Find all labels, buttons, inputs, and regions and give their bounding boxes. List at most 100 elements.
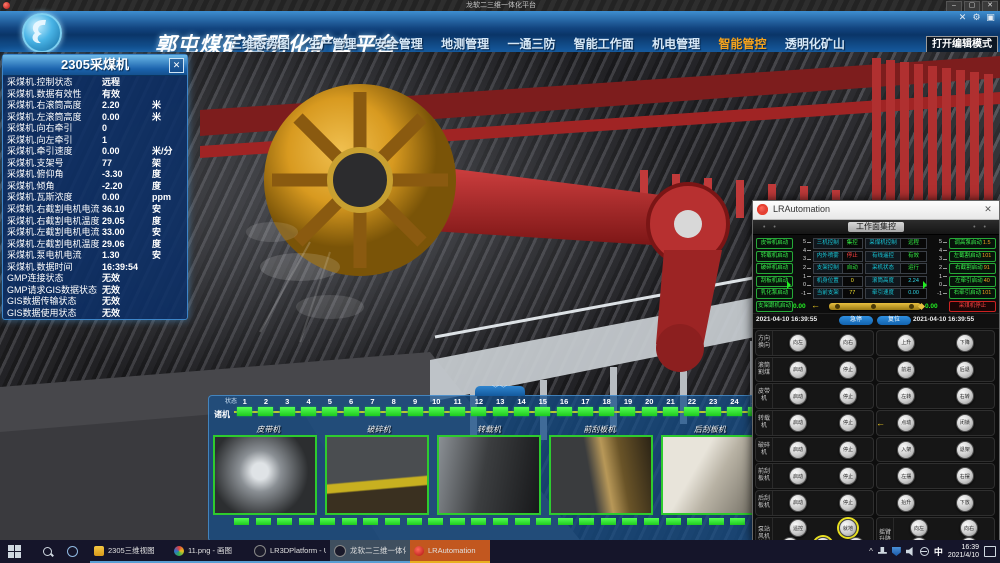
channel-8[interactable]: 8 <box>383 397 404 416</box>
round-button-遥控[interactable]: 遥控 <box>789 519 807 537</box>
nav-item-机电管理[interactable]: 机电管理 <box>652 35 700 52</box>
channel-11[interactable]: 11 <box>447 397 468 416</box>
auto-motor-button[interactable]: 右牵引启动101 <box>949 288 996 299</box>
round-button-点动[interactable]: 点动 <box>897 414 915 432</box>
channel-22[interactable]: 22 <box>681 397 702 416</box>
round-button-退架[interactable]: 退架 <box>956 441 974 459</box>
channel-6[interactable]: 6 <box>340 397 361 416</box>
channel-24[interactable]: 24 <box>724 397 745 416</box>
shearer-panel-header[interactable]: 2305采煤机 ✕ <box>3 55 187 76</box>
channel-5[interactable]: 5 <box>319 397 340 416</box>
auto-motor-button[interactable]: 调高泵启动1.5 <box>949 238 996 249</box>
round-button-停止[interactable]: 停止 <box>839 414 857 432</box>
camera-thumbnail-后刮板机[interactable] <box>661 435 765 515</box>
notification-center-icon[interactable] <box>984 546 996 557</box>
round-button-下降[interactable]: 下降 <box>956 334 974 352</box>
search-icon[interactable] <box>43 547 53 557</box>
channel-23[interactable]: 23 <box>703 397 724 416</box>
tray-expand-icon[interactable]: ^ <box>869 547 873 556</box>
nav-item-三维态势图[interactable]: 三维态势图 <box>230 35 290 52</box>
round-button-向右[interactable]: 向右 <box>839 334 857 352</box>
channel-21[interactable]: 21 <box>660 397 681 416</box>
pin-icon[interactable]: ▣ <box>985 12 996 23</box>
estop-button[interactable]: 急停 <box>839 316 873 325</box>
channel-7[interactable]: 7 <box>362 397 383 416</box>
auto-motor-button[interactable]: 左截割启动101 <box>949 251 996 262</box>
round-button-抬升[interactable]: 抬升 <box>897 494 915 512</box>
taskbar-task[interactable]: LRAutomation <box>410 540 490 563</box>
channel-10[interactable]: 10 <box>426 397 447 416</box>
channel-15[interactable]: 15 <box>532 397 553 416</box>
taskbar-task[interactable]: LR3DPlatform - U... <box>250 540 330 563</box>
channel-18[interactable]: 18 <box>596 397 617 416</box>
channel-1[interactable]: 1 <box>234 397 255 416</box>
nav-item-生产管理[interactable]: 生产管理 <box>308 35 356 52</box>
round-button-启动[interactable]: 启动 <box>789 361 807 379</box>
taskbar-task[interactable]: 龙软二三维一体化... <box>330 540 410 563</box>
channel-14[interactable]: 14 <box>511 397 532 416</box>
start-button[interactable] <box>8 545 21 558</box>
lrautomation-titlebar[interactable]: LRAutomation ✕ <box>753 201 999 220</box>
shearer-close-icon[interactable]: ✕ <box>169 58 184 73</box>
round-button-右转[interactable]: 右转 <box>956 387 974 405</box>
tools-icon[interactable]: ✕ <box>957 12 968 23</box>
round-button-停止[interactable]: 停止 <box>839 441 857 459</box>
taskbar-task[interactable]: 11.png - 画图 <box>170 540 250 563</box>
channel-13[interactable]: 13 <box>490 397 511 416</box>
channel-2[interactable]: 2 <box>255 397 276 416</box>
workface-control-tab[interactable]: 工作面集控 <box>848 222 904 232</box>
auto-start-button[interactable]: 转载机启动 <box>756 251 793 262</box>
round-button-向左[interactable]: 向左 <box>910 519 928 537</box>
camera-thumbnail-破碎机[interactable] <box>325 435 429 515</box>
clock[interactable]: 16:39 2021/4/10 <box>948 544 979 560</box>
round-button-左转[interactable]: 左转 <box>897 387 915 405</box>
volume-icon[interactable] <box>906 547 915 556</box>
round-button-向左[interactable]: 向左 <box>789 334 807 352</box>
round-button-启动[interactable]: 启动 <box>789 494 807 512</box>
round-button-启动[interactable]: 启动 <box>789 467 807 485</box>
channel-3[interactable]: 3 <box>277 397 298 416</box>
camera-thumbnail-前刮板机[interactable] <box>549 435 653 515</box>
auto-start-button[interactable]: 破碎机启动 <box>756 263 793 274</box>
nav-item-智能管控[interactable]: 智能管控 <box>719 35 767 52</box>
lrautomation-close-icon[interactable]: ✕ <box>982 204 994 215</box>
camera-panel-collapse-tab[interactable]: ﹀﹀ <box>475 386 525 396</box>
round-button-左摆[interactable]: 左摆 <box>897 467 915 485</box>
round-button-停止[interactable]: 停止 <box>839 361 857 379</box>
nav-item-安全管理[interactable]: 安全管理 <box>375 35 423 52</box>
nav-item-透明化矿山[interactable]: 透明化矿山 <box>785 35 845 52</box>
security-shield-icon[interactable] <box>892 547 901 556</box>
channel-19[interactable]: 19 <box>617 397 638 416</box>
channel-12[interactable]: 12 <box>468 397 489 416</box>
channel-20[interactable]: 20 <box>639 397 660 416</box>
camera-thumbnail-转载机[interactable] <box>437 435 541 515</box>
round-button-启动[interactable]: 启动 <box>789 387 807 405</box>
round-button-右摆[interactable]: 右摆 <box>956 467 974 485</box>
round-button-启动[interactable]: 启动 <box>789 414 807 432</box>
open-edit-mode-button[interactable]: 打开编辑模式 <box>926 36 998 53</box>
round-button-入架[interactable]: 入架 <box>897 441 915 459</box>
camera-thumbnail-皮带机[interactable] <box>213 435 317 515</box>
cortana-icon[interactable] <box>67 546 78 557</box>
channel-4[interactable]: 4 <box>298 397 319 416</box>
auto-motor-button[interactable]: 左牵引启动40 <box>949 276 996 287</box>
network-icon[interactable] <box>920 547 929 556</box>
channel-9[interactable]: 9 <box>404 397 425 416</box>
reset-button[interactable]: 复位 <box>877 316 911 325</box>
round-button-向右[interactable]: 向右 <box>960 519 978 537</box>
gear-icon[interactable]: ⚙ <box>971 12 982 23</box>
auto-start-button[interactable]: 乳化泵启动 <box>756 288 793 299</box>
round-button-上升[interactable]: 上升 <box>897 334 915 352</box>
round-button-就地[interactable]: 就地 <box>839 519 857 537</box>
round-button-前进[interactable]: 前进 <box>897 361 915 379</box>
round-button-停止[interactable]: 停止 <box>839 494 857 512</box>
auto-motor-button[interactable]: 右截割启动91 <box>949 263 996 274</box>
auto-start-button[interactable]: 皮带机启动 <box>756 238 793 249</box>
round-button-停止[interactable]: 停止 <box>839 467 857 485</box>
taskbar-task[interactable]: 2305三维视图 <box>90 540 170 563</box>
round-button-闭锁[interactable]: 闭锁 <box>956 414 974 432</box>
round-button-后退[interactable]: 后退 <box>956 361 974 379</box>
nav-item-一通三防[interactable]: 一通三防 <box>507 35 555 52</box>
round-button-启动[interactable]: 启动 <box>789 441 807 459</box>
nav-item-地测管理[interactable]: 地测管理 <box>441 35 489 52</box>
